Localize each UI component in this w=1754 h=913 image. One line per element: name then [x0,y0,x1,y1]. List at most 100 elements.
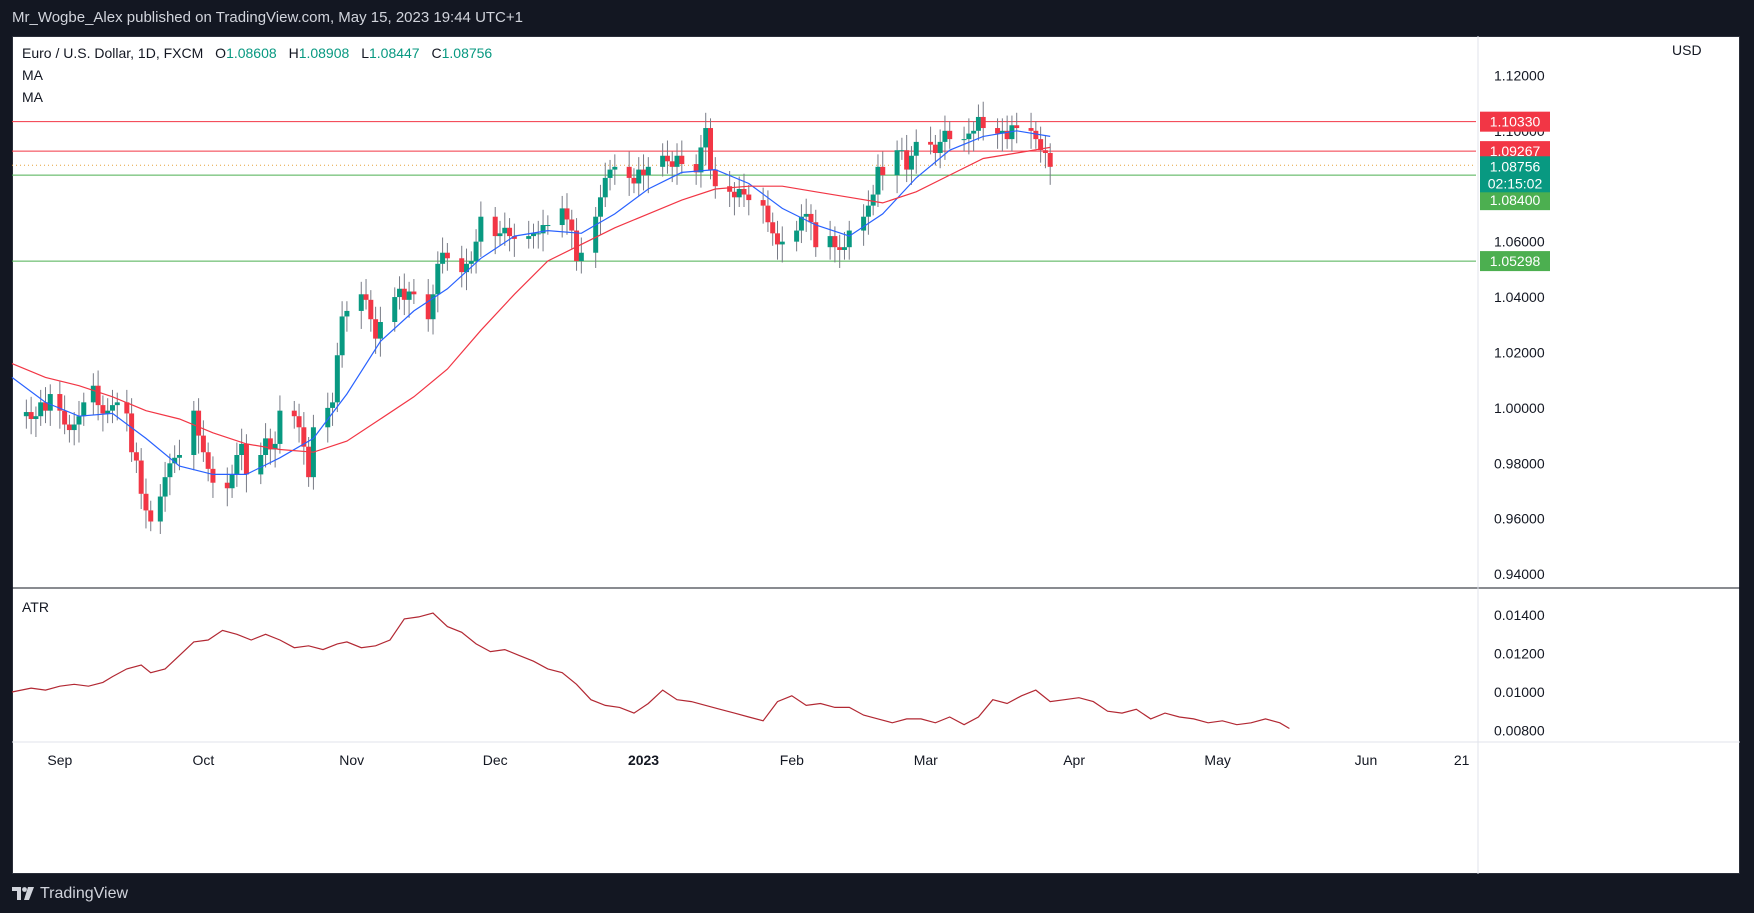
candle-body [109,405,115,411]
candle-body [176,455,182,458]
legend-close-key: C [431,45,442,61]
ma-slow-line[interactable] [11,146,1051,453]
time-axis-tick: 2023 [628,752,659,768]
support-level-label[interactable]: 1.08400 [1490,192,1541,208]
footer-brand[interactable]: TradingView [40,885,128,903]
currency-label[interactable]: USD [1672,42,1702,58]
candle-body [205,452,211,469]
legend-high: 1.08908 [298,45,350,61]
candle-body [875,166,881,195]
candle-body [210,468,216,483]
chart-legend: Euro / U.S. Dollar, 1D, FXCM O1.08608 H1… [22,42,492,108]
candle-body [1047,152,1053,167]
candle-body [62,410,68,425]
candle-body [133,452,139,461]
candle-body [435,263,441,295]
candle-body [444,252,450,259]
atr-line[interactable] [11,612,1290,730]
candle-body [674,155,680,167]
candle-body [200,435,206,453]
bar-countdown: 02:15:02 [1488,175,1543,191]
candle-body [162,477,168,497]
candle-body [23,412,29,417]
candle-body [928,141,934,145]
legend-symbol[interactable]: Euro / U.S. Dollar, 1D, FXCM [22,45,203,61]
candle-body [330,402,336,408]
candle-body [736,189,742,198]
legend-low: 1.08447 [368,45,420,61]
time-axis-tick: Feb [780,752,804,768]
candle-body [870,194,876,206]
candle-body [832,236,838,248]
last-price-label[interactable]: 1.08756 [1490,158,1541,174]
legend-low-key: L [361,45,369,61]
candle-body [411,291,417,295]
candle-body [76,416,82,425]
candle-body [167,463,173,478]
time-axis-tick: 21 [1454,752,1470,768]
candle-body [1014,125,1020,129]
candle-body [569,219,575,231]
candle-body [846,230,852,248]
candle-body [1042,150,1048,153]
time-axis-tick: Nov [339,752,364,768]
legend-symbol-line: Euro / U.S. Dollar, 1D, FXCM O1.08608 H1… [22,42,492,64]
candle-body [191,410,197,455]
resistance-level-label[interactable]: 1.10330 [1490,114,1541,130]
candle-body [492,216,498,237]
legend-ma-slow[interactable]: MA [22,86,492,108]
candle-body [564,208,570,220]
candle-body [626,166,632,178]
candle-body [38,402,44,417]
candle-body [358,294,364,311]
support-level-label[interactable]: 1.05298 [1490,253,1541,269]
candle-body [401,288,407,300]
legend-open-key: O [215,45,227,61]
candle-body [81,402,87,417]
price-axis-tick: 0.96000 [1494,511,1545,527]
candle-body [277,410,283,444]
candle-body [937,141,943,153]
candle-body [535,233,541,235]
candle-body [980,116,986,129]
candle-body [774,233,780,245]
ma-fast-line[interactable] [11,130,1051,475]
candle-body [645,166,651,176]
candle-body [631,177,637,184]
candle-body [545,225,551,227]
candle-body [865,205,871,217]
candle-body [291,410,297,417]
candle-body [770,222,776,234]
candle-body [971,130,977,134]
candle-body [105,410,111,414]
candle-body [975,116,981,131]
candle-body [669,161,675,167]
time-axis-tick: Oct [192,752,214,768]
candle-body [913,141,919,156]
candle-body [612,166,618,170]
candle-body [459,258,465,273]
footer-bar: TradingView [0,874,1754,913]
candle-body [808,213,814,223]
candle-body [507,227,513,237]
candle-body [698,147,704,173]
candle-body [641,169,647,176]
legend-high-key: H [288,45,299,61]
candle-body [837,247,843,250]
legend-ma-fast[interactable]: MA [22,64,492,86]
time-axis-tick: Sep [47,752,72,768]
candle-body [660,155,666,167]
chart-canvas[interactable]: 1.120001.100001.060001.040001.020001.000… [0,0,1754,913]
candle-body [224,482,230,489]
candle-body [894,150,900,176]
candle-body [712,169,718,187]
price-axis-tick: 1.12000 [1494,67,1545,83]
candle-body [296,416,302,428]
time-axis-tick: Jun [1355,752,1378,768]
candle-body [1028,128,1034,131]
atr-label[interactable]: ATR [22,599,49,615]
candle-body [138,460,144,494]
candle-body [196,410,202,436]
candle-body [502,227,508,234]
candle-body [473,241,479,262]
